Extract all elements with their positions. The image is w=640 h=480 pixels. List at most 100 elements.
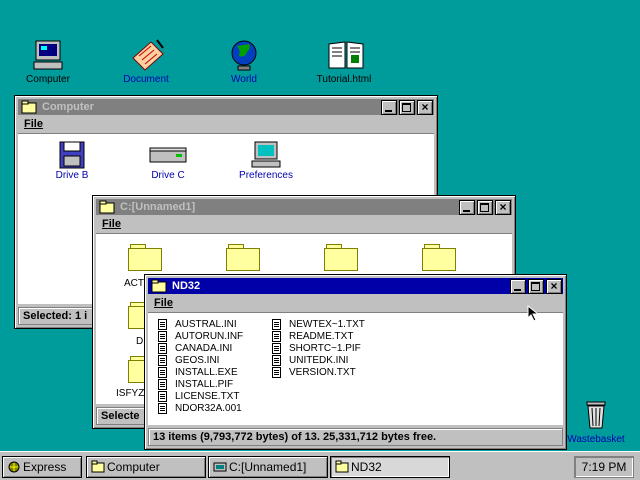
file-list-item[interactable]: INSTALL.EXE: [158, 367, 238, 379]
file-name: INSTALL.PIF: [175, 379, 234, 391]
book-icon: [327, 38, 364, 72]
floppy-drive-icon: [58, 140, 86, 170]
folder-icon[interactable]: [324, 244, 358, 271]
folder-icon[interactable]: [422, 244, 456, 271]
file-icon: [272, 331, 281, 342]
preferences-label: Preferences: [239, 170, 293, 181]
taskbar-button-unnamed[interactable]: C:[Unnamed1]: [208, 456, 328, 478]
maximize-icon: [480, 203, 489, 212]
maximize-icon: [402, 103, 411, 112]
taskbar-button-label: Computer: [107, 460, 160, 474]
file-name: LICENSE.TXT: [175, 391, 240, 403]
file-list-item[interactable]: NDOR32A.001: [158, 403, 242, 415]
taskbar-clock: 7:19 PM: [574, 456, 634, 478]
document-icon: [129, 38, 164, 72]
file-icon: [272, 319, 281, 330]
menu-file[interactable]: File: [154, 297, 173, 309]
status-text: 13 items (9,793,772 bytes) of 13. 25,331…: [153, 431, 437, 443]
hard-drive-icon: [148, 140, 188, 170]
file-name: AUTORUN.INF: [175, 331, 244, 343]
desktop-icon-computer[interactable]: Computer: [8, 38, 88, 85]
taskbar-button-nd32[interactable]: ND32: [330, 456, 450, 478]
file-icon: [158, 391, 167, 402]
computer-icon: [31, 38, 65, 72]
desktop-icon-label: Computer: [26, 74, 70, 85]
minimize-button[interactable]: [459, 200, 475, 215]
folder-icon: [21, 100, 37, 114]
maximize-button[interactable]: [528, 279, 544, 294]
taskbar-button-computer[interactable]: Computer: [86, 456, 206, 478]
folder-icon: [335, 460, 349, 473]
nd32-window[interactable]: ND32 × File AUSTRAL.INI AUTORUN.INF CANADA…: [144, 274, 567, 450]
close-button[interactable]: ×: [495, 200, 511, 215]
minimize-button[interactable]: [510, 279, 526, 294]
file-name: VERSION.TXT: [289, 367, 356, 379]
maximize-button[interactable]: [477, 200, 493, 215]
close-icon: ×: [550, 279, 558, 293]
menubar: File: [96, 216, 512, 232]
minimize-button[interactable]: [381, 100, 397, 115]
file-icon: [158, 343, 167, 354]
folder-icon[interactable]: [128, 244, 162, 271]
file-name: UNITEDK.INI: [289, 355, 349, 367]
file-list-item[interactable]: GEOS.INI: [158, 355, 219, 367]
file-list-item[interactable]: README.TXT: [272, 331, 353, 343]
file-list-item[interactable]: LICENSE.TXT: [158, 391, 239, 403]
desktop-icon-document[interactable]: Document: [106, 38, 186, 85]
folder-icon: [99, 200, 115, 214]
file-icon: [158, 403, 167, 414]
wastebasket-icon: [579, 398, 613, 432]
file-list-item[interactable]: VERSION.TXT: [272, 367, 356, 379]
taskbar-button-label: C:[Unnamed1]: [229, 460, 307, 474]
drive-icon: [213, 460, 227, 473]
window-title: ND32: [172, 280, 201, 292]
nd32-file-list: AUSTRAL.INI AUTORUN.INF CANADA.INI GEOS.INI…: [148, 312, 563, 425]
file-list-item[interactable]: AUSTRAL.INI: [158, 319, 237, 331]
file-list-item[interactable]: UNITEDK.INI: [272, 355, 348, 367]
desktop-icon-label: Document: [123, 74, 169, 85]
globe-icon: [227, 38, 261, 72]
desktop-icon-tutorial[interactable]: Tutorial.html: [304, 38, 384, 85]
desktop-icon-label: Wastebasket: [567, 434, 625, 445]
file-name: AUSTRAL.INI: [175, 319, 237, 331]
computer-window-titlebar[interactable]: Computer ×: [18, 99, 434, 115]
folder-icon[interactable]: [226, 244, 260, 271]
menu-file[interactable]: File: [24, 118, 43, 130]
close-button[interactable]: ×: [417, 100, 433, 115]
file-name: GEOS.INI: [175, 355, 220, 367]
desktop-icon-label: Tutorial.html: [316, 74, 372, 85]
preferences-icon: [249, 140, 283, 170]
desktop-icon-wastebasket[interactable]: Wastebasket: [556, 398, 636, 445]
file-icon: [272, 355, 281, 366]
file-icon: [158, 355, 167, 366]
status-bar: 13 items (9,793,772 bytes) of 13. 25,331…: [148, 428, 563, 446]
file-list-item[interactable]: SHORTC~1.PIF: [272, 343, 361, 355]
express-start-button[interactable]: Express: [2, 456, 82, 478]
menu-file[interactable]: File: [102, 218, 121, 230]
file-list-item[interactable]: NEWTEX~1.TXT: [272, 319, 365, 331]
express-icon: [7, 460, 21, 473]
close-icon: ×: [421, 100, 429, 114]
folder-icon: [151, 279, 167, 293]
nd32-window-titlebar[interactable]: ND32 ×: [148, 278, 563, 294]
menubar: File: [148, 295, 563, 311]
file-list-item[interactable]: AUTORUN.INF: [158, 331, 243, 343]
preferences-item[interactable]: Preferences: [234, 140, 298, 181]
desktop-icon-world[interactable]: World: [204, 38, 284, 85]
file-name: NEWTEX~1.TXT: [289, 319, 365, 331]
file-list-item[interactable]: CANADA.INI: [158, 343, 232, 355]
drive-c-item[interactable]: Drive C: [138, 140, 198, 181]
file-name: NDOR32A.001: [175, 403, 242, 415]
file-icon: [158, 367, 167, 378]
file-icon: [158, 319, 167, 330]
maximize-icon: [531, 282, 540, 291]
unnamed-window-titlebar[interactable]: C:[Unnamed1] ×: [96, 199, 512, 215]
file-name: CANADA.INI: [175, 343, 233, 355]
file-list-item[interactable]: INSTALL.PIF: [158, 379, 233, 391]
close-button[interactable]: ×: [546, 279, 562, 294]
maximize-button[interactable]: [399, 100, 415, 115]
drive-b-item[interactable]: Drive B: [42, 140, 102, 181]
close-icon: ×: [499, 200, 507, 214]
express-label: Express: [23, 460, 67, 474]
minimize-icon: [385, 110, 392, 112]
